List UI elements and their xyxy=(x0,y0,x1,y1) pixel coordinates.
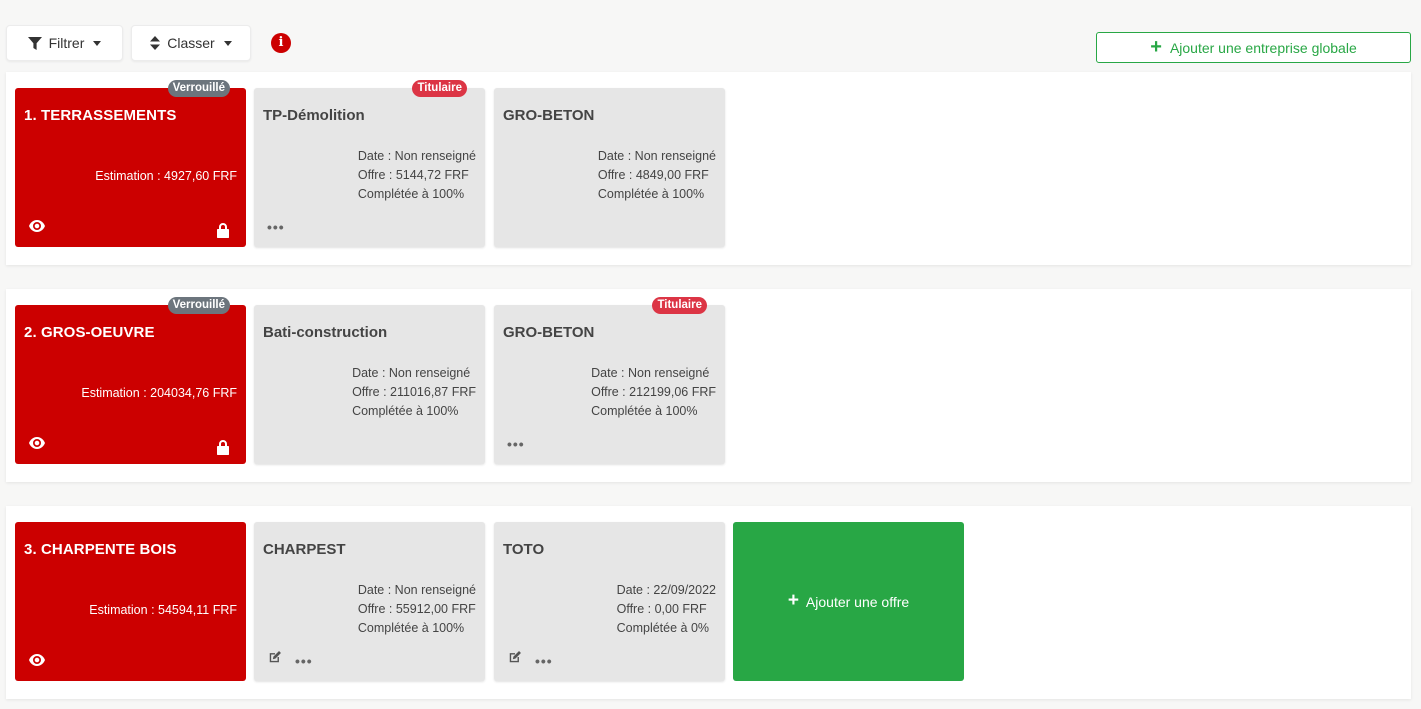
lot-title: 2. GROS-OEUVRE xyxy=(24,324,155,341)
eye-icon[interactable] xyxy=(29,654,45,666)
offer-amount: Offre : 0,00 FRF xyxy=(616,602,707,616)
add-global-company-label: Ajouter une entreprise globale xyxy=(1169,39,1357,56)
edit-icon[interactable] xyxy=(268,650,282,664)
offer-completion: Complétée à 100% xyxy=(357,621,465,635)
offer-company-name: GRO-BETON xyxy=(503,324,595,341)
offer-date: Date : 22/09/2022 xyxy=(616,583,716,597)
plus-icon: + xyxy=(1150,35,1162,58)
lot-title: 1. TERRASSEMENTS xyxy=(24,107,177,124)
more-dots-icon[interactable]: ••• xyxy=(295,654,313,668)
offer-info: Date : Non renseigné Offre : 5144,72 FRF… xyxy=(358,147,476,204)
add-global-company-button[interactable]: + Ajouter une entreprise globale xyxy=(1096,32,1411,63)
offer-amount: Offre : 4849,00 FRF xyxy=(597,168,709,182)
lock-icon[interactable] xyxy=(216,222,230,238)
chevron-down-icon xyxy=(93,40,102,46)
offer-date: Date : Non renseigné xyxy=(352,366,471,380)
toolbar: Filtrer Classer i + Ajouter une entrepri… xyxy=(0,0,1421,70)
offer-amount: Offre : 55912,00 FRF xyxy=(357,602,476,616)
lot-estimation: Estimation : 204034,76 FRF xyxy=(81,386,237,400)
offer-company-name: TOTO xyxy=(503,541,545,558)
offer-date: Date : Non renseigné xyxy=(591,366,710,380)
offer-amount: Offre : 212199,06 FRF xyxy=(591,385,716,399)
lot-row: Verrouillé 1. TERRASSEMENTS Estimation :… xyxy=(6,72,1411,265)
offer-amount: Offre : 5144,72 FRF xyxy=(357,168,469,182)
locked-badge: Verrouillé xyxy=(167,297,230,314)
more-dots-icon[interactable]: ••• xyxy=(535,654,553,668)
eye-icon[interactable] xyxy=(29,220,45,232)
titulaire-badge: Titulaire xyxy=(412,80,467,97)
offer-date: Date : Non renseigné xyxy=(357,149,476,163)
offer-info: Date : Non renseigné Offre : 211016,87 F… xyxy=(352,364,476,421)
sort-label: Classer xyxy=(167,35,215,51)
add-offer-button[interactable]: + Ajouter une offre xyxy=(733,522,964,681)
offer-completion: Complétée à 100% xyxy=(352,404,459,418)
offer-company-name: GRO-BETON xyxy=(503,107,595,124)
offer-completion: Complétée à 0% xyxy=(616,621,710,635)
offer-card[interactable]: Titulaire TP-Démolition Date : Non rense… xyxy=(254,80,485,247)
offer-date: Date : Non renseigné xyxy=(597,149,716,163)
offer-amount: Offre : 211016,87 FRF xyxy=(352,385,476,399)
offer-completion: Complétée à 100% xyxy=(591,404,698,418)
lot-estimation: Estimation : 4927,60 FRF xyxy=(95,169,237,183)
offer-company-name: TP-Démolition xyxy=(263,107,365,124)
more-dots-icon[interactable]: ••• xyxy=(507,437,525,451)
lot-row: 3. CHARPENTE BOIS Estimation : 54594,11 … xyxy=(6,506,1411,699)
offer-date: Date : Non renseigné xyxy=(357,583,476,597)
more-dots-icon[interactable]: ••• xyxy=(267,220,285,234)
lot-card[interactable]: Verrouillé 1. TERRASSEMENTS Estimation :… xyxy=(15,80,246,247)
plus-icon: + xyxy=(787,590,799,611)
lot-title: 3. CHARPENTE BOIS xyxy=(24,541,177,558)
lot-card[interactable]: 3. CHARPENTE BOIS Estimation : 54594,11 … xyxy=(15,522,246,681)
lock-icon[interactable] xyxy=(216,439,230,455)
sort-icon xyxy=(150,36,161,50)
offer-card[interactable]: Titulaire GRO-BETON Date : Non renseigné… xyxy=(494,297,725,464)
offer-card[interactable]: CHARPEST Date : Non renseigné Offre : 55… xyxy=(254,522,485,681)
offer-card[interactable]: TOTO Date : 22/09/2022 Offre : 0,00 FRF … xyxy=(494,522,725,681)
offer-info: Date : Non renseigné Offre : 55912,00 FR… xyxy=(358,581,476,638)
eye-icon[interactable] xyxy=(29,437,45,449)
add-offer-label: Ajouter une offre xyxy=(805,593,910,610)
titulaire-badge: Titulaire xyxy=(652,297,707,314)
offer-company-name: CHARPEST xyxy=(263,541,346,558)
offer-completion: Complétée à 100% xyxy=(357,187,465,201)
filter-button[interactable]: Filtrer xyxy=(6,25,123,61)
lot-row: Verrouillé 2. GROS-OEUVRE Estimation : 2… xyxy=(6,289,1411,482)
offer-info: Date : Non renseigné Offre : 212199,06 F… xyxy=(591,364,716,421)
filter-label: Filtrer xyxy=(48,35,85,51)
offer-info: Date : Non renseigné Offre : 4849,00 FRF… xyxy=(598,147,716,204)
sort-button[interactable]: Classer xyxy=(131,25,251,61)
chevron-down-icon xyxy=(223,40,232,46)
info-icon[interactable]: i xyxy=(271,33,291,53)
offer-card[interactable]: Bati-construction Date : Non renseigné O… xyxy=(254,305,485,464)
edit-icon[interactable] xyxy=(508,650,522,664)
offer-info: Date : 22/09/2022 Offre : 0,00 FRF Compl… xyxy=(617,581,716,638)
offer-card[interactable]: GRO-BETON Date : Non renseigné Offre : 4… xyxy=(494,88,725,247)
offer-completion: Complétée à 100% xyxy=(597,187,705,201)
locked-badge: Verrouillé xyxy=(167,80,230,97)
lot-estimation: Estimation : 54594,11 FRF xyxy=(89,603,237,617)
filter-icon xyxy=(27,36,42,50)
offer-company-name: Bati-construction xyxy=(263,324,388,341)
lot-card[interactable]: Verrouillé 2. GROS-OEUVRE Estimation : 2… xyxy=(15,297,246,464)
